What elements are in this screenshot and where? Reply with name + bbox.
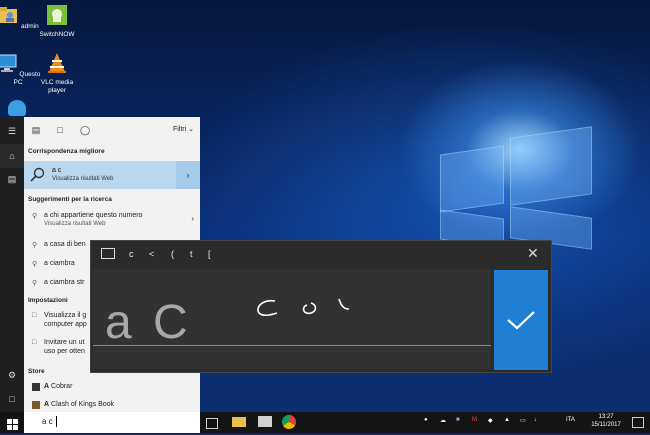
people-icon[interactable]: ● <box>424 417 428 423</box>
filters-dropdown[interactable]: Filtri ⌄ <box>173 125 194 133</box>
task-view-icon[interactable] <box>206 418 218 429</box>
user-settings-icon: □ <box>32 339 37 346</box>
settings-text: Visualizza il g <box>44 312 87 319</box>
windows-logo-pane <box>510 126 592 206</box>
file-explorer-icon[interactable] <box>232 417 246 427</box>
best-match-header: Corrispondenza migliore <box>28 148 105 155</box>
best-match-title: a c <box>52 167 62 174</box>
start-nav-strip: ☰ ⌂ ▤ ⚙ □ <box>0 117 24 412</box>
icon-label: VLC media player <box>40 79 74 94</box>
icon-label: SwitchNOW <box>39 31 75 38</box>
handwriting-canvas[interactable]: a C <box>93 269 491 369</box>
store-app-icon <box>32 401 40 409</box>
taskbar-search-box[interactable]: a c <box>24 412 200 433</box>
suggestion-text: a ciambra <box>44 260 75 267</box>
search-icon <box>30 167 45 182</box>
candidate-5[interactable]: [ <box>208 249 211 259</box>
windows-start-icon[interactable] <box>7 417 18 430</box>
suggestion-text: a chi appartiene questo numero <box>44 212 143 219</box>
search-filter-bar: ▤ □ ◯ Filtri ⌄ <box>24 117 200 145</box>
search-input[interactable]: a c <box>42 417 53 426</box>
search-icon: ⚲ <box>32 280 38 287</box>
clock-date: 15/11/2017 <box>591 422 621 428</box>
checkmark-icon <box>507 311 535 330</box>
store-item-text: Cobrar <box>49 383 73 390</box>
settings-text-line2: uso per otten <box>44 348 85 355</box>
desktop-icon-switchnow[interactable]: SwitchNOW <box>33 4 81 39</box>
tray-app-icon[interactable]: ■ <box>456 417 460 423</box>
best-match-item[interactable]: a c Visualizza risultati Web › <box>24 161 200 189</box>
store-item-text: Clash of Kings Book <box>49 401 115 408</box>
user-folder-icon <box>0 7 18 23</box>
home-icon[interactable]: ⌂ <box>0 144 24 168</box>
computer-icon <box>0 54 17 72</box>
chevron-right-icon[interactable]: › <box>176 161 200 189</box>
documents-filter-icon[interactable]: □ <box>54 125 66 137</box>
candidate-2[interactable]: < <box>149 249 154 259</box>
search-icon: ⚲ <box>32 213 38 220</box>
settings-gear-icon[interactable]: ⚙ <box>0 363 24 387</box>
store-item[interactable]: A Cobrar <box>24 383 200 395</box>
confirm-button[interactable] <box>494 270 548 370</box>
tray-app-icon[interactable]: ◆ <box>488 417 493 424</box>
suggestion-text: a casa di ben <box>44 241 86 248</box>
writing-baseline <box>93 345 491 346</box>
feedback-icon[interactable]: □ <box>0 387 24 411</box>
close-icon[interactable]: ✕ <box>527 245 539 262</box>
keyboard-icon[interactable] <box>101 248 115 259</box>
filters-label: Filtri <box>172 126 187 133</box>
handwriting-panel: c < ( t [ ✕ a C <box>90 240 552 373</box>
best-match-subtitle: Visualizza risultati Web <box>52 176 114 182</box>
notebook-icon[interactable]: ▤ <box>0 167 24 191</box>
settings-header: Impostazioni <box>28 297 68 304</box>
chrome-icon[interactable] <box>282 415 296 429</box>
notifications-icon[interactable] <box>632 417 644 428</box>
vlc-cone-icon <box>48 53 66 73</box>
handwriting-toolbar: c < ( t [ ✕ <box>91 241 551 269</box>
suggestion-text: a ciambra str <box>44 279 85 286</box>
clock-time: 13:27 <box>598 414 614 420</box>
store-icon[interactable] <box>258 416 272 427</box>
search-icon: ⚲ <box>32 261 38 268</box>
windows-logo-pane <box>440 145 504 213</box>
android-app-icon <box>47 5 67 25</box>
apps-filter-icon[interactable]: ▤ <box>30 125 42 137</box>
store-item[interactable]: A Clash of Kings Book <box>24 401 200 412</box>
suggestion-item[interactable]: ⚲ a chi appartiene questo numero Visuali… <box>24 212 200 232</box>
suggestions-header: Suggerimenti per la ricerca <box>28 196 112 203</box>
chevron-right-icon[interactable]: › <box>191 214 194 223</box>
display-settings-icon: □ <box>32 312 37 319</box>
settings-text: Invitare un ut <box>44 339 85 346</box>
store-header: Store <box>28 368 45 375</box>
search-icon: ⚲ <box>32 242 38 249</box>
web-filter-icon[interactable]: ◯ <box>79 125 91 137</box>
gmail-icon[interactable]: M <box>472 417 477 423</box>
desktop-icon-vlc[interactable]: VLC media player <box>33 52 81 95</box>
candidate-1[interactable]: c <box>129 249 134 259</box>
store-app-icon <box>32 383 40 391</box>
suggestion-subtitle: Visualizza risultati Web <box>44 221 106 227</box>
onedrive-cloud-icon[interactable]: ☁ <box>440 417 446 424</box>
hamburger-menu-icon[interactable]: ☰ <box>0 119 24 143</box>
partial-desktop-icon <box>8 100 26 116</box>
handwriting-strokes <box>257 298 350 317</box>
tray-app-icon[interactable]: ▲ <box>504 417 510 423</box>
volume-icon[interactable]: ♩ <box>534 417 540 423</box>
settings-text-line2: computer app <box>44 321 87 328</box>
candidate-3[interactable]: ( <box>171 249 174 259</box>
text-cursor <box>56 416 57 427</box>
candidate-4[interactable]: t <box>190 249 193 259</box>
clock[interactable]: 13:27 15/11/2017 <box>586 413 626 429</box>
battery-icon[interactable]: ▭ <box>520 417 526 424</box>
language-indicator[interactable]: ITA <box>566 417 575 423</box>
